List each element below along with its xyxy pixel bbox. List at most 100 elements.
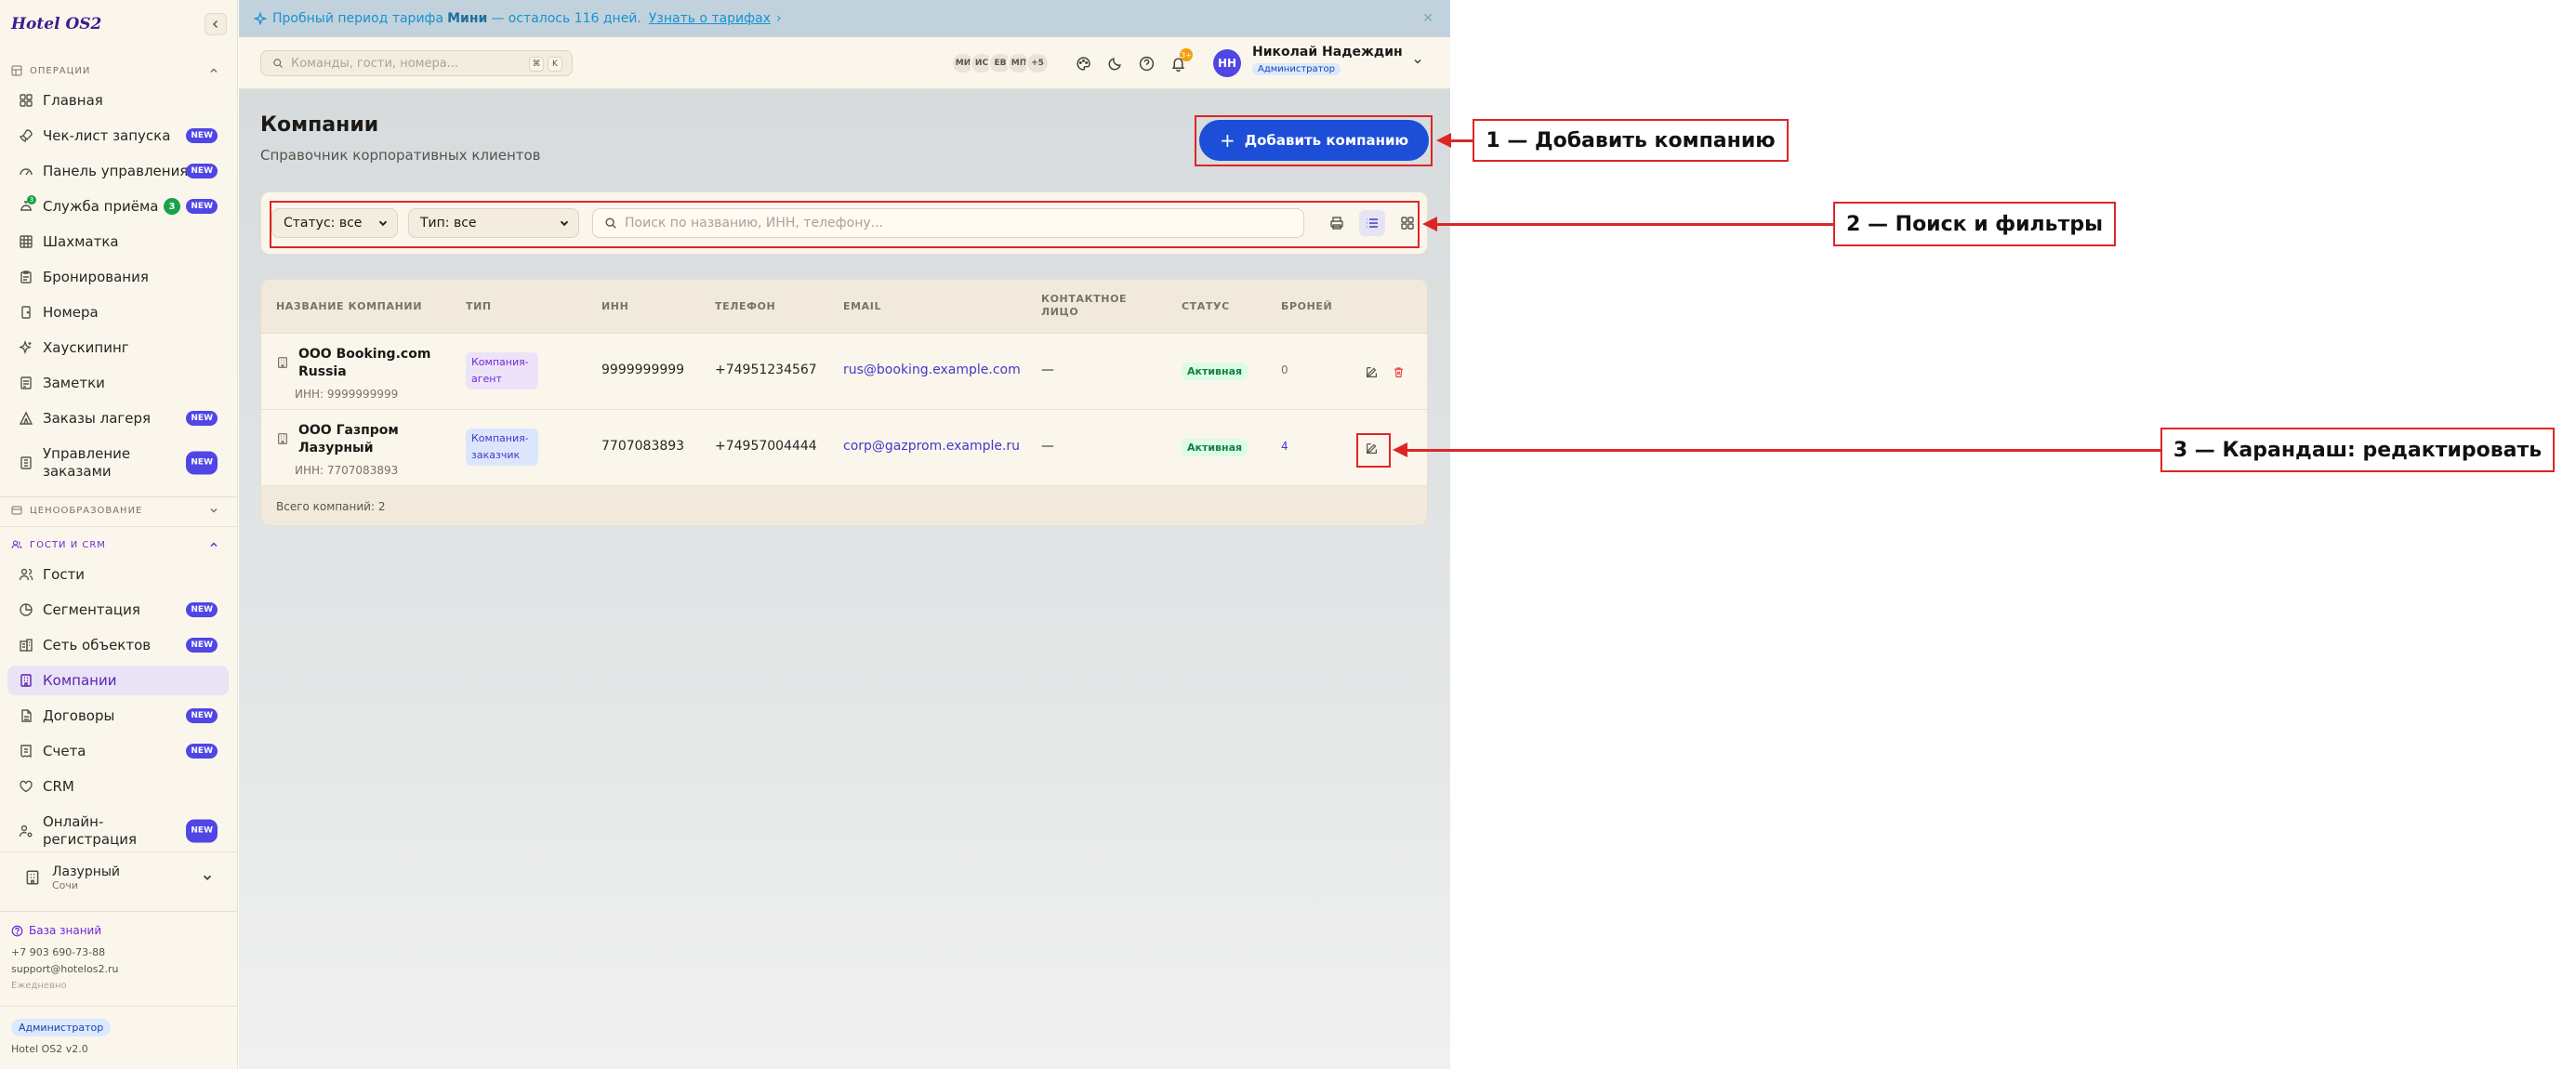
- support-phone[interactable]: +7 903 690-73-88: [11, 946, 105, 958]
- section-guests-crm[interactable]: ГОСТИ И CRM: [11, 537, 227, 552]
- company-name[interactable]: ООО Газпром Лазурный: [298, 422, 447, 457]
- collapse-sidebar-button[interactable]: [205, 13, 227, 35]
- sidebar-item-guests[interactable]: Гости: [7, 560, 229, 589]
- new-badge: NEW: [186, 199, 218, 214]
- user-role-badge: Администратор: [1252, 63, 1341, 75]
- sidebar-item-chessboard[interactable]: Шахматка: [7, 227, 229, 257]
- user-avatar[interactable]: НН: [1213, 49, 1241, 77]
- section-pricing[interactable]: ЦЕНООБРАЗОВАНИЕ: [11, 503, 227, 518]
- moon-icon: [1108, 57, 1121, 70]
- app-logo: Hotel OS2: [11, 15, 102, 33]
- banner-close-button[interactable]: ✕: [1422, 11, 1433, 26]
- col-contact-line1: КОНТАКТНОЕ: [1041, 293, 1128, 305]
- sidebar-item-dashboard[interactable]: Панель управления NEW: [7, 156, 229, 186]
- col-name-header[interactable]: НАЗВАНИЕ КОМПАНИИ: [276, 300, 422, 313]
- page-title: Компании: [260, 113, 379, 137]
- help-button[interactable]: [1135, 52, 1157, 74]
- sidebar-item-housekeeping[interactable]: Хаускипинг: [7, 333, 229, 363]
- bookings-count-link[interactable]: 4: [1281, 440, 1288, 453]
- table-row[interactable]: ООО Booking.com Russia ИНН: 9999999999 Ко…: [261, 334, 1427, 410]
- hotel-icon: [26, 870, 39, 885]
- trash-icon: [1394, 366, 1403, 377]
- sidebar-item-network[interactable]: Сеть объектов NEW: [7, 630, 229, 660]
- help-circle-icon: [1139, 56, 1154, 71]
- door-icon: [21, 306, 31, 319]
- notifications-button[interactable]: 3+: [1167, 48, 1193, 74]
- email-link[interactable]: rus@booking.example.com: [843, 363, 1021, 377]
- col-bookings-header[interactable]: БРОНЕЙ: [1281, 300, 1332, 313]
- company-inn-sub: ИНН: 9999999999: [295, 388, 399, 401]
- dark-mode-button[interactable]: [1103, 52, 1126, 74]
- sparkle-icon: [254, 12, 267, 25]
- col-email-header[interactable]: EMAIL: [843, 300, 881, 313]
- banner-text: Пробный период тарифа: [272, 11, 444, 26]
- sidebar-item-camp-orders[interactable]: Заказы лагеря NEW: [7, 403, 229, 433]
- table-row[interactable]: ООО Газпром Лазурный ИНН: 7707083893 Комп…: [261, 410, 1427, 486]
- col-inn-header[interactable]: ИНН: [601, 300, 628, 313]
- palette-icon: [1076, 56, 1090, 71]
- sidebar-item-invoices[interactable]: Счета NEW: [7, 736, 229, 766]
- chevron-down-icon[interactable]: [1412, 56, 1423, 67]
- pie-icon: [20, 603, 33, 616]
- sidebar-item-rooms[interactable]: Номера: [7, 297, 229, 327]
- sidebar-item-label: Номера: [43, 304, 99, 321]
- sidebar-item-notes[interactable]: Заметки: [7, 368, 229, 398]
- knowledge-base-link[interactable]: База знаний: [11, 924, 101, 937]
- sidebar-item-contracts[interactable]: Договоры NEW: [7, 701, 229, 731]
- pricing-link-arrow: ›: [776, 11, 782, 26]
- sidebar-item-order-management[interactable]: Управление заказами NEW: [7, 442, 229, 483]
- email-link[interactable]: corp@gazprom.example.ru: [843, 439, 1020, 454]
- new-badge: NEW: [186, 128, 218, 143]
- annotation-label-3: 3 — Карандаш: редактировать: [2160, 428, 2555, 472]
- edit-button[interactable]: [1362, 363, 1380, 381]
- col-contact-line2: ЛИЦО: [1041, 306, 1079, 318]
- layout-icon: [11, 65, 22, 76]
- app-version: Hotel OS2 v2.0: [11, 1043, 88, 1055]
- sidebar-item-label: Сеть объектов: [43, 637, 152, 653]
- col-contact-header[interactable]: КОНТАКТНОЕ ЛИЦО: [1041, 293, 1127, 319]
- sidebar-item-crm[interactable]: CRM: [7, 772, 229, 801]
- sidebar-item-home[interactable]: Главная: [7, 86, 229, 115]
- hotel-selector[interactable]: Лазурный Сочи: [11, 855, 227, 900]
- section-guests-label: ГОСТИ И CRM: [30, 539, 106, 550]
- delete-button[interactable]: [1389, 363, 1407, 381]
- annotation-highlight-3: [1356, 433, 1391, 468]
- sidebar-item-label: Договоры: [43, 707, 115, 724]
- tent-icon: [19, 411, 33, 425]
- sidebar-item-launch-checklist[interactable]: Чек-лист запуска NEW: [7, 121, 229, 151]
- building-icon: [278, 357, 287, 368]
- theme-palette-button[interactable]: [1072, 52, 1094, 74]
- chevron-up-icon: [210, 68, 218, 73]
- col-phone-header[interactable]: ТЕЛЕФОН: [715, 300, 775, 313]
- new-badge: NEW: [186, 451, 218, 475]
- section-pricing-label: ЦЕНООБРАЗОВАНИЕ: [30, 505, 143, 516]
- sidebar-item-segmentation[interactable]: Сегментация NEW: [7, 595, 229, 625]
- col-status-header[interactable]: СТАТУС: [1182, 300, 1230, 313]
- building-icon: [278, 433, 287, 444]
- users-icon: [11, 540, 22, 549]
- sidebar-item-reception[interactable]: 3 Служба приёма 3 NEW: [7, 191, 229, 221]
- company-name[interactable]: ООО Booking.com Russia: [298, 346, 447, 381]
- chevron-down-icon: [210, 508, 218, 513]
- command-search-input[interactable]: Команды, гости, номера... ⌘ K: [260, 50, 573, 76]
- user-name[interactable]: Николай Надеждин: [1252, 45, 1403, 59]
- heart-icon: [20, 780, 33, 793]
- table-footer: Всего компаний: 2: [261, 486, 1427, 525]
- sidebar-item-online-registration[interactable]: Онлайн-регистрация NEW: [7, 811, 229, 851]
- annotation-line-2: [1436, 223, 1833, 226]
- type-line2: заказчик: [471, 449, 521, 461]
- col-type-header[interactable]: ТИП: [466, 300, 492, 313]
- section-operations-label: ОПЕРАЦИИ: [30, 65, 91, 76]
- support-email[interactable]: support@hotelos2.ru: [11, 963, 119, 975]
- reception-dot: 3: [27, 195, 36, 205]
- status-badge: Активная: [1182, 439, 1248, 456]
- pricing-link[interactable]: Узнать о тарифах: [649, 11, 771, 26]
- annotation-label-1: 1 — Добавить компанию: [1473, 119, 1789, 162]
- online-users[interactable]: МИ ИС ЕВ МП +5: [951, 52, 1050, 74]
- chevron-left-icon: [212, 20, 218, 29]
- sidebar-item-label: Онлайн-регистрация: [43, 813, 138, 848]
- table-icon: [20, 235, 33, 248]
- sidebar-item-companies[interactable]: Компании: [7, 666, 229, 695]
- section-operations[interactable]: ОПЕРАЦИИ: [11, 63, 227, 78]
- sidebar-item-bookings[interactable]: Бронирования: [7, 262, 229, 292]
